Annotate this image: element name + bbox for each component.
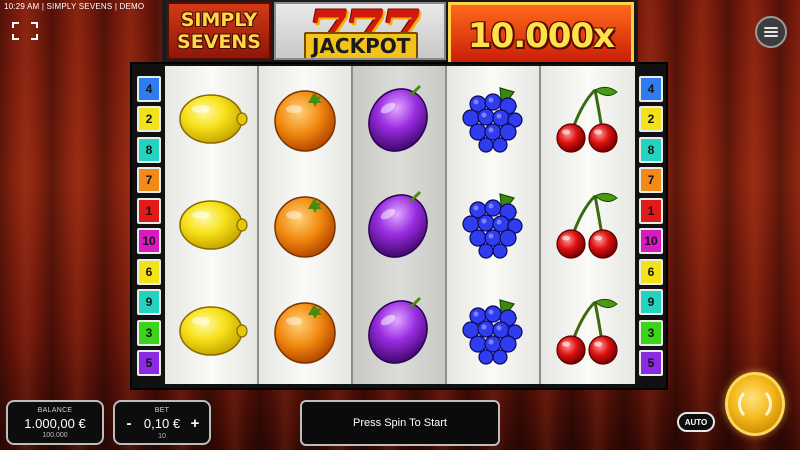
status-line: 10:29 AM | SIMPLY SEVENS | DEMO [4,2,145,11]
menu-icon [764,25,778,39]
reel-cell [165,66,257,172]
message-panel: Press Spin To Start [300,400,500,446]
bet-increase-button[interactable]: + [189,415,201,432]
payline-badge-right[interactable]: 7 [639,167,663,194]
balance-title: BALANCE [37,407,73,414]
payline-indicators-right: 4 2 8 7 1 10 6 9 3 5 [639,76,663,376]
orange-icon [274,90,336,152]
jackpot-label: JACKPOT [304,32,419,58]
payline-badge-left[interactable]: 6 [137,258,161,285]
reel-cell [165,278,257,384]
reel-cell [259,278,351,384]
bet-panel: BET - 0,10 € + 10 [113,400,211,445]
plum-icon [368,190,428,258]
cherry-icon [556,192,618,259]
payline-badge-right[interactable]: 4 [639,76,663,102]
reel-4 [447,66,541,384]
bet-credits: 10 [158,433,166,440]
grapes-icon [462,299,523,365]
bet-value: 0,10 € [143,416,181,431]
lemon-icon [179,200,248,250]
reel-cell [447,172,539,278]
reel-3 [353,66,447,384]
payline-badge-right[interactable]: 5 [639,349,663,376]
bet-title: BET [154,407,170,414]
payline-badge-left[interactable]: 7 [137,167,161,194]
reel-cell [447,66,539,172]
cherry-icon [556,86,618,153]
balance-value: 1.000,00 € [24,416,86,431]
payline-indicators-left: 4 2 8 7 1 10 6 9 3 5 [137,76,161,376]
bet-decrease-button[interactable]: - [123,415,135,432]
reel-cell [259,172,351,278]
payline-badge-right[interactable]: 2 [639,106,663,133]
plum-icon [368,296,428,364]
reel-cell [447,278,539,384]
fullscreen-icon[interactable] [12,22,38,40]
payline-badge-right[interactable]: 3 [639,319,663,346]
payline-badge-left[interactable]: 1 [137,197,161,224]
payline-badge-left[interactable]: 5 [137,349,161,376]
reel-grid [165,66,635,384]
balance-panel: BALANCE 1.000,00 € 100.000 [6,400,104,445]
logo-line-2: SEVENS [177,31,261,53]
jackpot-banner: 777 JACKPOT [274,2,446,60]
reel-cell [541,66,635,172]
balance-credits: 100.000 [42,432,68,439]
reel-cell [165,172,257,278]
max-win-banner: 10.000x [448,2,634,70]
menu-button[interactable] [755,16,787,48]
reel-cell [353,278,445,384]
payline-badge-left[interactable]: 3 [137,319,161,346]
max-win-multiplier: 10.000x [467,16,615,56]
message-text: Press Spin To Start [353,417,447,429]
payline-badge-right[interactable]: 10 [639,228,663,255]
reel-cell [541,172,635,278]
reel-cell [353,172,445,278]
game-logo: SIMPLY SEVENS [167,2,271,60]
orange-icon [274,196,336,258]
reel-cell [353,66,445,172]
spin-button[interactable] [725,372,785,436]
payline-badge-left[interactable]: 9 [137,289,161,316]
reel-cell [541,278,635,384]
logo-line-1: SIMPLY [180,9,258,31]
payline-badge-left[interactable]: 4 [137,76,161,102]
plum-icon [368,84,428,152]
lemon-icon [179,94,248,144]
grapes-icon [462,193,523,259]
payline-badge-right[interactable]: 8 [639,136,663,163]
payline-badge-right[interactable]: 9 [639,289,663,316]
reel-cell [259,66,351,172]
reel-2 [259,66,353,384]
cherry-icon [556,298,618,365]
grapes-icon [462,87,523,153]
payline-badge-right[interactable]: 6 [639,258,663,285]
payline-badge-left[interactable]: 8 [137,136,161,163]
reel-1 [165,66,259,384]
payline-badge-left[interactable]: 2 [137,106,161,133]
payline-badge-right[interactable]: 1 [639,197,663,224]
lemon-icon [179,306,248,356]
payline-badge-left[interactable]: 10 [137,228,161,255]
orange-icon [274,302,336,364]
spin-icon [738,387,772,421]
autoplay-button[interactable]: AUTO [677,412,715,432]
reel-5 [541,66,635,384]
